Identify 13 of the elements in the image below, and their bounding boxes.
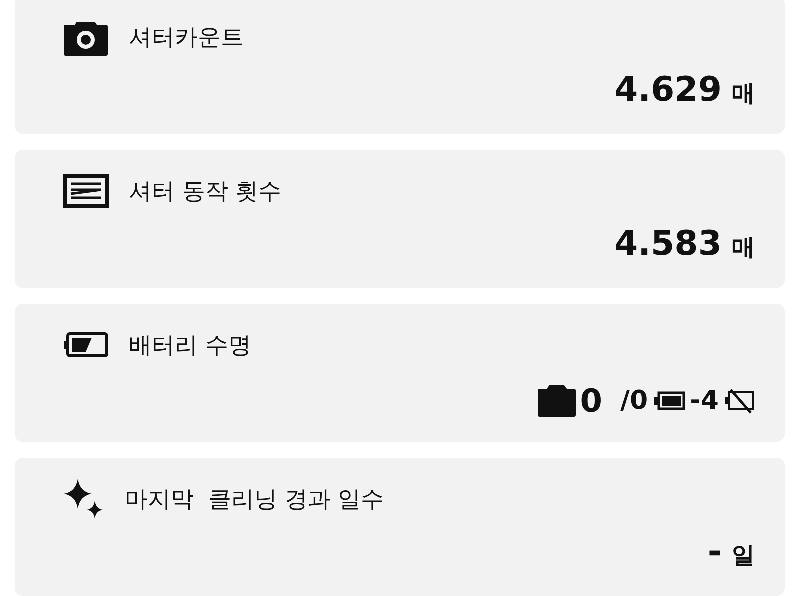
unit-label: 일 <box>732 542 755 571</box>
unit-label: 매 <box>732 234 755 263</box>
card-title: 배터리 수명 <box>129 332 252 360</box>
battery-reading: 0 <box>580 382 603 420</box>
unit-label: 매 <box>732 80 755 109</box>
battery-reading: -4 <box>690 386 719 416</box>
card-value: 4.629 <box>614 70 722 110</box>
card-title: 마지막 클리닝 경과 일수 <box>125 486 384 514</box>
card-title: 셔터 동작 횟수 <box>129 178 282 206</box>
card-value: - <box>708 532 722 572</box>
card-value: 4.583 <box>614 224 722 264</box>
battery-reading: /0 <box>620 386 648 416</box>
card-title: 셔터카운트 <box>129 24 244 52</box>
